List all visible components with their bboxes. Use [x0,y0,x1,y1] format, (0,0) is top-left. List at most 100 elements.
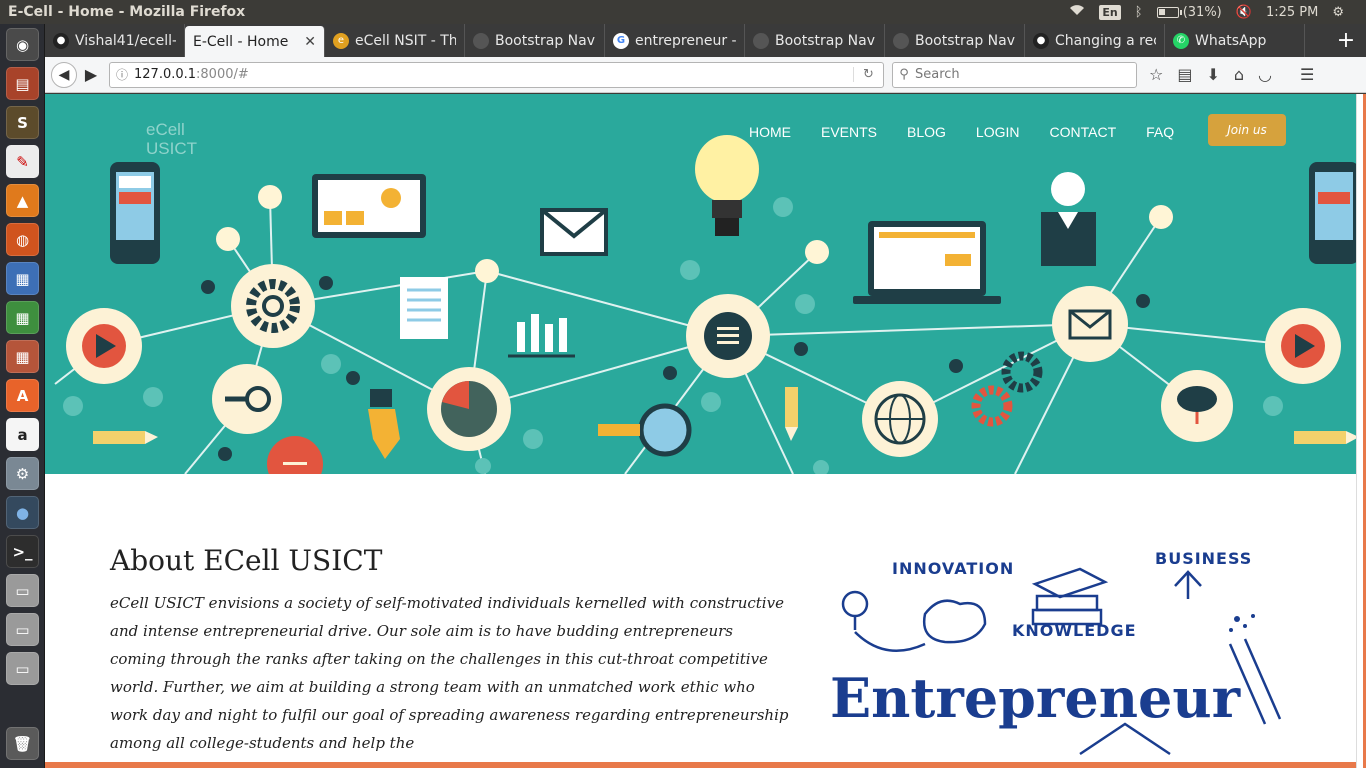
site-nav: HOME EVENTS BLOG LOGIN CONTACT FAQ [749,124,1174,140]
tab[interactable]: ● Changing a rec [1025,24,1165,57]
info-icon[interactable]: ⓘ [110,66,134,83]
wifi-icon[interactable] [1069,4,1085,20]
nav-blog[interactable]: BLOG [907,124,946,140]
libreoffice-calc-icon[interactable]: ▦ [6,301,39,334]
menu-icon[interactable]: ☰ [1300,65,1314,84]
reload-icon[interactable]: ↻ [853,67,883,82]
page-bottom-accent [45,762,1356,768]
books-sketch [1031,567,1109,599]
battery-icon [1156,6,1182,18]
bookmark-star-icon[interactable]: ☆ [1149,65,1163,84]
battery-indicator[interactable]: (31%) [1156,4,1222,20]
nav-events[interactable]: EVENTS [821,124,877,140]
entrepreneur-word: Entrepreneur [830,666,1241,730]
join-us-button[interactable]: Join us [1208,114,1286,146]
reading-list-icon[interactable]: ▤ [1177,65,1192,84]
tab[interactable]: Bootstrap Nav [465,24,605,57]
terminal-icon[interactable]: >_ [6,535,39,568]
web-page: eCell USICT HOME EVENTS BLOG LOGIN CONTA… [45,94,1356,768]
about-text: eCell USICT envisions a society of self-… [110,594,789,752]
sublime-text-icon[interactable]: S [6,106,39,139]
tab[interactable]: e eCell NSIT - The [325,24,465,57]
url-bar[interactable]: ⓘ 127.0.0.1:8000/# ↻ [109,61,884,88]
brain-sketch [922,599,987,644]
tab-label: Changing a rec [1055,32,1156,49]
url-path: :8000/# [196,67,249,82]
system-settings-icon[interactable]: ⚙ [6,457,39,490]
entrepreneur-illustration: INNOVATION BUSINESS KNOWLEDGE Entreprene… [830,549,1282,756]
browser-nav-bar: ◀ ▶ ⓘ 127.0.0.1:8000/# ↻ ⚲ Search ☆ ▤ ⬇ … [45,57,1366,93]
tab-active[interactable]: E-Cell - Home ✕ [185,26,325,57]
site-logo[interactable]: eCell USICT [146,120,197,158]
arrow-up-sketch [1174,570,1202,599]
tab[interactable]: Bootstrap Nav [745,24,885,57]
firefox-icon[interactable]: ◍ [6,223,39,256]
download-icon[interactable]: ⬇ [1206,65,1219,84]
bootstrap-icon [753,32,769,49]
drop-icon[interactable]: ● [6,496,39,529]
tab[interactable]: Bootstrap Nav [885,24,1025,57]
files-icon[interactable]: ▤ [6,67,39,100]
software-center-icon[interactable]: A [6,379,39,412]
bluetooth-icon[interactable]: ᛒ [1135,5,1143,20]
forward-button[interactable]: ▶ [81,65,101,84]
nav-contact[interactable]: CONTACT [1050,124,1117,140]
about-title: About ECell USICT [110,544,383,577]
window-title: E-Cell - Home - Mozilla Firefox [8,4,246,20]
github-icon: ● [53,32,69,49]
bulb-sketch [841,590,869,618]
tab-label: eCell NSIT - The [355,32,456,49]
ubuntu-dash-icon[interactable]: ◉ [6,28,39,61]
drive-icon[interactable]: ▭ [6,574,39,607]
clock[interactable]: 1:25 PM [1266,5,1318,20]
drive-icon[interactable]: ▭ [6,613,39,646]
nav-faq[interactable]: FAQ [1146,124,1174,140]
nav-login[interactable]: LOGIN [976,124,1020,140]
pocket-icon[interactable]: ◡ [1258,65,1272,84]
tab[interactable]: ● Vishal41/ecell- [45,24,185,57]
tab-label: Bootstrap Nav [915,32,1016,49]
system-tray: En ᛒ (31%) 🔇 1:25 PM ⚙ [1069,4,1366,20]
brand-line2: USICT [146,139,197,158]
innovation-word: INNOVATION [892,559,1014,578]
ecell-icon: e [333,32,349,49]
brand-line1: eCell [146,120,185,139]
libreoffice-writer-icon[interactable]: ▦ [6,262,39,295]
bootstrap-icon [893,32,909,49]
url-host: 127.0.0.1 [134,67,197,82]
search-input[interactable]: ⚲ Search [892,61,1137,88]
arrow-right-icon: ▶ [84,65,98,84]
hero-illustration [54,135,1356,474]
page-scrollbar[interactable] [1356,94,1366,768]
settings-gear-icon[interactable]: ⚙ [1332,5,1344,20]
trash-icon[interactable]: 🗑 [6,727,39,760]
text-editor-icon[interactable]: ✎ [6,145,39,178]
ubuntu-top-panel: E-Cell - Home - Mozilla Firefox En ᛒ (31… [0,0,1366,24]
tab[interactable]: G entrepreneur - [605,24,745,57]
battery-percent: (31%) [1182,4,1222,20]
arrow-left-icon: ◀ [58,66,70,83]
github-icon: ● [1033,32,1049,49]
about-section: About ECell USICT eCell USICT envisions … [110,544,790,757]
close-tab-icon[interactable]: ✕ [304,34,316,50]
drive-icon[interactable]: ▭ [6,652,39,685]
whatsapp-icon: ✆ [1173,32,1189,49]
tab-label: Bootstrap Nav [775,32,876,49]
tab[interactable]: ✆ WhatsApp [1165,24,1305,57]
tab-label: Bootstrap Nav [495,32,596,49]
tab-label: WhatsApp [1195,32,1267,49]
toolbar-icons: ☆ ▤ ⬇ ⌂ ◡ ☰ [1149,65,1314,84]
volume-mute-icon[interactable]: 🔇 [1236,5,1252,20]
google-icon: G [613,32,629,49]
vlc-icon[interactable]: ▲ [6,184,39,217]
bootstrap-icon [473,32,489,49]
keyboard-layout-indicator[interactable]: En [1099,4,1121,20]
libreoffice-impress-icon[interactable]: ▦ [6,340,39,373]
back-button[interactable]: ◀ [51,61,77,88]
nav-home[interactable]: HOME [749,124,791,140]
amazon-icon[interactable]: a [6,418,39,451]
home-icon[interactable]: ⌂ [1234,65,1244,84]
new-tab-button[interactable]: + [1326,24,1366,57]
tab-label: entrepreneur - [635,32,736,49]
search-icon: ⚲ [899,67,909,82]
